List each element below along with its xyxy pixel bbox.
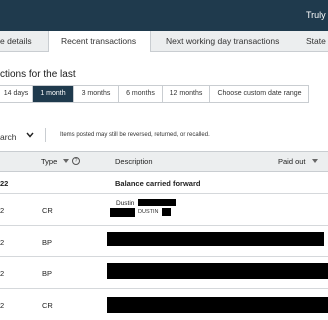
row-date: 2 [0, 206, 5, 215]
transactions-period-heading: ctions for the last [0, 69, 76, 80]
table-row[interactable]: 2 BP [0, 257, 328, 289]
row-description: Balance carried forward [115, 179, 201, 188]
user-menu[interactable]: Truly [306, 10, 326, 20]
range-6-months[interactable]: 6 months [119, 86, 163, 102]
help-icon[interactable]: ? [72, 157, 80, 165]
row-type: CR [42, 206, 53, 215]
row-date: 2 [0, 238, 5, 247]
row-sub-description: DUSTIN [138, 209, 159, 215]
sort-icon[interactable] [63, 159, 69, 164]
table-row[interactable]: 2 BP [0, 226, 328, 257]
account-tabs: e details Recent transactions Next worki… [0, 31, 328, 52]
column-paid-out[interactable]: Paid out [278, 157, 306, 166]
search-row: arch Items posted may still be reversed,… [0, 128, 328, 144]
divider [45, 128, 46, 142]
range-3-months[interactable]: 3 months [74, 86, 119, 102]
range-14-days[interactable]: 14 days [0, 86, 33, 102]
row-type: BP [42, 269, 53, 278]
redaction [107, 232, 324, 246]
column-description[interactable]: Description [115, 157, 153, 166]
top-header-bar: Truly [0, 0, 328, 31]
tab-statements[interactable]: State [306, 31, 328, 51]
row-date: 22 [0, 179, 9, 188]
tab-next-working-day[interactable]: Next working day transactions [166, 31, 292, 51]
tab-recent-transactions[interactable]: Recent transactions [48, 31, 151, 52]
range-12-months[interactable]: 12 months [163, 86, 210, 102]
date-range-selector: 14 days 1 month 3 months 6 months 12 mon… [0, 85, 309, 103]
search-toggle[interactable]: arch [0, 132, 17, 142]
table-row: 22 Balance carried forward [0, 172, 328, 194]
table-row[interactable]: 2 CR Dustin DUSTIN [0, 194, 328, 226]
range-custom[interactable]: Choose custom date range [210, 86, 309, 102]
redaction [138, 199, 176, 206]
redaction [162, 208, 171, 216]
posting-note: Items posted may still be reversed, retu… [60, 132, 210, 138]
row-date: 2 [0, 269, 5, 278]
redaction [110, 208, 135, 217]
row-description: Dustin [116, 200, 135, 207]
sort-icon[interactable] [312, 159, 318, 164]
row-type: CR [42, 301, 53, 310]
tab-account-details[interactable]: e details [0, 31, 48, 51]
chevron-down-icon[interactable] [25, 130, 35, 140]
row-date: 2 [0, 301, 5, 310]
table-row[interactable]: 2 CR [0, 289, 328, 320]
column-type[interactable]: Type [41, 157, 57, 166]
row-type: BP [42, 238, 53, 247]
transactions-table-header: Type ? Description Paid out [0, 151, 328, 172]
range-1-month[interactable]: 1 month [33, 86, 74, 102]
redaction [107, 263, 328, 279]
redaction [107, 297, 328, 313]
